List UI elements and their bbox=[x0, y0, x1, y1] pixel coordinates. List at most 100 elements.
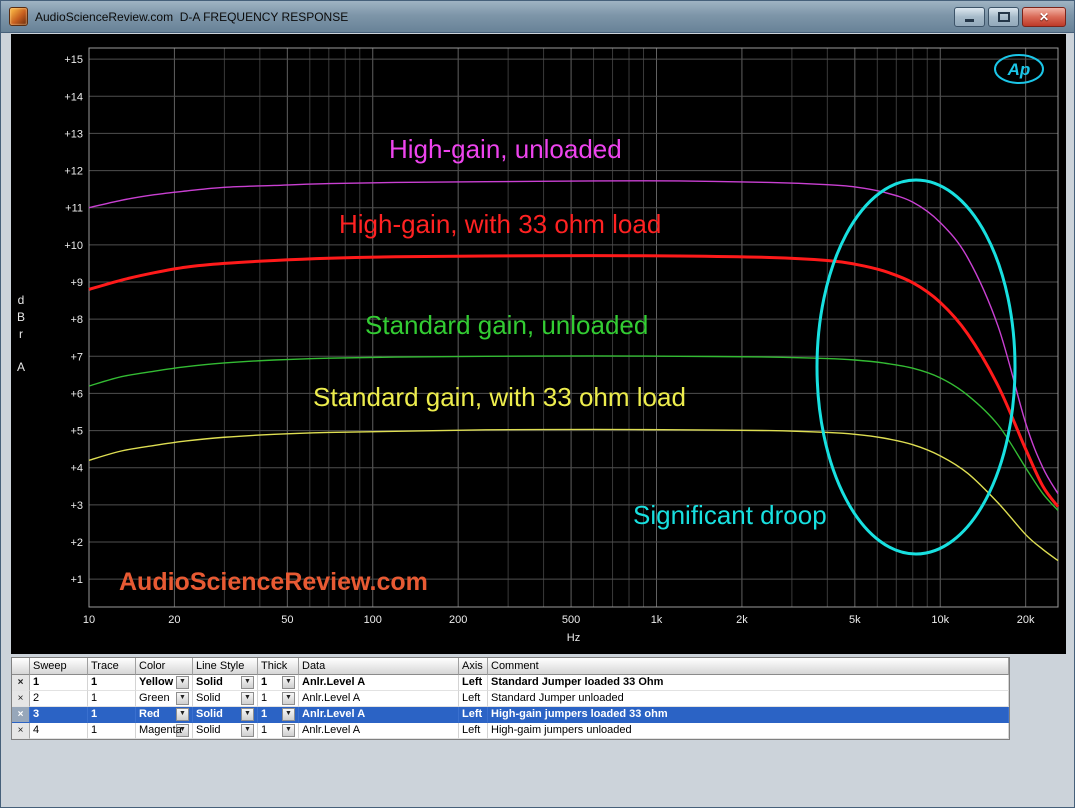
window-controls bbox=[954, 7, 1066, 27]
line_style-value: Solid bbox=[196, 676, 223, 688]
sweep-row-1[interactable]: ×11▼Yellow▼Solid▼1Anlr.Level ALeftStanda… bbox=[12, 675, 1009, 691]
line_style-value: Solid bbox=[196, 692, 220, 704]
y-tick-label: +14 bbox=[64, 91, 83, 103]
column-header-thick[interactable]: Thick bbox=[258, 658, 299, 675]
comment-cell[interactable]: Standard Jumper unloaded bbox=[488, 691, 1009, 707]
axis-cell[interactable]: Left bbox=[459, 723, 488, 739]
dropdown-arrow-icon[interactable]: ▼ bbox=[176, 692, 189, 705]
color-cell[interactable]: ▼ Red bbox=[136, 707, 193, 723]
column-header-axis[interactable]: Axis bbox=[459, 658, 488, 675]
thick-cell[interactable]: ▼1 bbox=[258, 707, 299, 723]
trace-cell[interactable]: 1 bbox=[88, 723, 136, 739]
app-icon bbox=[9, 7, 28, 26]
x-axis-title: Hz bbox=[567, 632, 580, 644]
thick-cell[interactable]: ▼1 bbox=[258, 691, 299, 707]
dropdown-arrow-icon[interactable]: ▼ bbox=[282, 692, 295, 705]
color-cell[interactable]: ▼Yellow bbox=[136, 675, 193, 691]
dropdown-arrow-icon[interactable]: ▼ bbox=[282, 724, 295, 737]
x-tick-label: 20k bbox=[1017, 614, 1035, 626]
sweep-row-3[interactable]: ×31 ▼ Red ▼ Solid ▼1Anlr.Level ALeftHigh-gain… bbox=[12, 707, 1009, 723]
dropdown-arrow-icon[interactable]: ▼ bbox=[241, 708, 254, 721]
color-value: Green bbox=[139, 692, 170, 704]
y-tick-label: +10 bbox=[64, 240, 83, 252]
column-header-selector[interactable] bbox=[12, 658, 30, 675]
color-cell[interactable]: ▼ Green bbox=[136, 691, 193, 707]
data-cell[interactable]: Anlr.Level A bbox=[299, 723, 459, 739]
axis-cell[interactable]: Left bbox=[459, 675, 488, 691]
app-window: AudioScienceReview.com D-A FREQUENCY RES… bbox=[0, 0, 1075, 808]
dropdown-arrow-icon[interactable]: ▼ bbox=[282, 708, 295, 721]
sweep-row-4[interactable]: ×41▼Magenta▼Solid▼1Anlr.Level ALeftHigh-… bbox=[12, 723, 1009, 739]
y-axis-letter: B bbox=[14, 309, 28, 326]
dropdown-arrow-icon[interactable]: ▼ bbox=[241, 676, 254, 689]
column-header-sweep[interactable]: Sweep bbox=[30, 658, 88, 675]
trace-cell[interactable]: 1 bbox=[88, 675, 136, 691]
comment-cell[interactable]: Standard Jumper loaded 33 Ohm bbox=[488, 675, 1009, 691]
thick-cell[interactable]: ▼1 bbox=[258, 675, 299, 691]
data-cell[interactable]: Anlr.Level A bbox=[299, 675, 459, 691]
column-header-color[interactable]: Color bbox=[136, 658, 193, 675]
y-tick-label: +1 bbox=[70, 574, 83, 586]
color-value: Red bbox=[139, 708, 160, 720]
color-cell[interactable]: ▼Magenta bbox=[136, 723, 193, 739]
sweep-cell[interactable]: 3 bbox=[30, 707, 88, 723]
maximize-button[interactable] bbox=[988, 7, 1019, 27]
line_style-value: Solid bbox=[196, 724, 220, 736]
title-bar[interactable]: AudioScienceReview.com D-A FREQUENCY RES… bbox=[1, 1, 1074, 33]
line_style-cell[interactable]: ▼ Solid bbox=[193, 723, 258, 739]
line_style-cell[interactable]: ▼ Solid bbox=[193, 707, 258, 723]
color-value: Magenta bbox=[139, 724, 182, 736]
x-tick-label: 1k bbox=[651, 614, 663, 626]
color-value: Yellow bbox=[139, 676, 173, 688]
sweep-row-2[interactable]: ×21 ▼ Green ▼ Solid ▼1Anlr.Level ALeftStandar… bbox=[12, 691, 1009, 707]
table-header-row: SweepTraceColorLine StyleThickDataAxisCo… bbox=[12, 658, 1009, 675]
y-tick-label: +12 bbox=[64, 166, 83, 178]
x-tick-label: 10k bbox=[931, 614, 949, 626]
axis-cell[interactable]: Left bbox=[459, 707, 488, 723]
line_style-value: Solid bbox=[196, 708, 223, 720]
axis-cell[interactable]: Left bbox=[459, 691, 488, 707]
window-title: AudioScienceReview.com D-A FREQUENCY RES… bbox=[35, 10, 348, 24]
x-tick-label: 50 bbox=[281, 614, 293, 626]
sweep-cell[interactable]: 2 bbox=[30, 691, 88, 707]
ap-logo-text: Ap bbox=[1007, 60, 1031, 79]
x-tick-label: 200 bbox=[449, 614, 467, 626]
row-enable-toggle[interactable]: × bbox=[12, 723, 30, 739]
y-tick-label: +13 bbox=[64, 128, 83, 140]
y-tick-label: +4 bbox=[70, 463, 83, 475]
data-cell[interactable]: Anlr.Level A bbox=[299, 691, 459, 707]
sweep-cell[interactable]: 1 bbox=[30, 675, 88, 691]
y-tick-label: +7 bbox=[70, 351, 83, 363]
row-enable-toggle[interactable]: × bbox=[12, 691, 30, 707]
row-enable-toggle[interactable]: × bbox=[12, 675, 30, 691]
dropdown-arrow-icon[interactable]: ▼ bbox=[176, 708, 189, 721]
dropdown-arrow-icon[interactable]: ▼ bbox=[282, 676, 295, 689]
row-enable-toggle[interactable]: × bbox=[12, 707, 30, 723]
line_style-cell[interactable]: ▼ Solid bbox=[193, 675, 258, 691]
sweep-cell[interactable]: 4 bbox=[30, 723, 88, 739]
close-icon bbox=[1039, 11, 1049, 23]
thick-value: 1 bbox=[261, 724, 267, 736]
dropdown-arrow-icon[interactable]: ▼ bbox=[176, 676, 189, 689]
line_style-cell[interactable]: ▼ Solid bbox=[193, 691, 258, 707]
x-tick-label: 2k bbox=[736, 614, 748, 626]
x-tick-label: 20 bbox=[168, 614, 180, 626]
trace-cell[interactable]: 1 bbox=[88, 691, 136, 707]
column-header-trace[interactable]: Trace bbox=[88, 658, 136, 675]
trace-cell[interactable]: 1 bbox=[88, 707, 136, 723]
data-cell[interactable]: Anlr.Level A bbox=[299, 707, 459, 723]
close-button[interactable] bbox=[1022, 7, 1066, 27]
x-tick-label: 5k bbox=[849, 614, 861, 626]
column-header-comment[interactable]: Comment bbox=[488, 658, 1009, 675]
dropdown-arrow-icon[interactable]: ▼ bbox=[241, 724, 254, 737]
y-tick-label: +6 bbox=[70, 388, 83, 400]
column-header-line-style[interactable]: Line Style bbox=[193, 658, 258, 675]
minimize-button[interactable] bbox=[954, 7, 985, 27]
comment-cell[interactable]: High-gain jumpers loaded 33 ohm bbox=[488, 707, 1009, 723]
droop-ellipse-annotation bbox=[817, 180, 1015, 554]
x-tick-label: 100 bbox=[364, 614, 382, 626]
column-header-data[interactable]: Data bbox=[299, 658, 459, 675]
dropdown-arrow-icon[interactable]: ▼ bbox=[241, 692, 254, 705]
thick-cell[interactable]: ▼1 bbox=[258, 723, 299, 739]
comment-cell[interactable]: High-gaim jumpers unloaded bbox=[488, 723, 1009, 739]
